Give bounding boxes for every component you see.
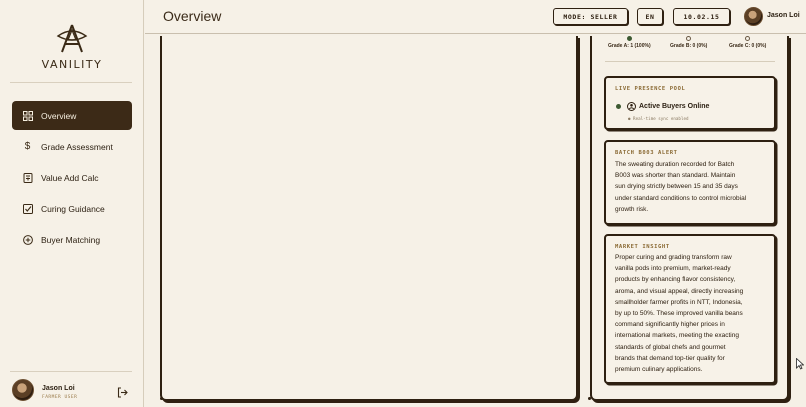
presence-title: LIVE PRESENCE POOL: [615, 86, 686, 92]
date-display: 10.02.15: [673, 8, 730, 25]
brand-logo[interactable]: VANILITY: [0, 22, 144, 71]
sidebar-item-buyer-matching[interactable]: Buyer Matching: [12, 225, 132, 254]
sidebar-item-grade-assessment[interactable]: $ Grade Assessment: [12, 132, 132, 161]
sidebar-item-label: Buyer Matching: [41, 234, 101, 245]
alert-line: under standard conditions to control mic…: [615, 194, 747, 202]
main-content-card: [160, 36, 578, 401]
sidebar-divider-bottom: [10, 371, 132, 372]
sidebar: VANILITY Overview $ Grade Assessment Val…: [0, 0, 144, 407]
insight-line: products by enhancing flavor consistency…: [615, 276, 736, 284]
plus-circle-icon: [22, 234, 33, 245]
insight-line: brands that demand top-tier quality for: [615, 354, 725, 362]
grade-a-stat: Grade A: 1 (100%): [608, 36, 651, 49]
sidebar-item-curing-guidance[interactable]: Curing Guidance: [12, 194, 132, 223]
header-user-name: Jason Loi: [767, 12, 800, 19]
insight-line: international markets, meeting the exact…: [615, 332, 739, 340]
mouse-cursor-icon: [796, 357, 805, 375]
active-buyers-label: Active Buyers Online: [639, 103, 710, 110]
insight-line: aroma, and visual appeal, directly incre…: [615, 287, 744, 295]
insight-line: by up to 50%. These improved vanilla bea…: [615, 310, 743, 318]
calculator-icon: [22, 172, 33, 183]
grade-c-dot: [745, 36, 751, 41]
sidebar-nav: Overview $ Grade Assessment Value Add Ca…: [12, 101, 132, 256]
sidebar-item-label: Curing Guidance: [41, 203, 105, 214]
top-bar: Overview MODE: SELLER EN 10.02.15 Jason …: [145, 0, 806, 34]
grade-a-dot: [626, 36, 632, 41]
online-status-dot: [616, 104, 621, 109]
language-button[interactable]: EN: [637, 8, 663, 25]
grade-a-label: Grade A: 1 (100%): [608, 43, 651, 49]
avatar[interactable]: [744, 7, 763, 26]
sidebar-item-overview[interactable]: Overview: [12, 101, 132, 130]
insight-line: smallholder farmer profits in NTT, Indon…: [615, 298, 743, 306]
sidebar-divider-top: [10, 82, 132, 83]
presence-row: Active Buyers Online: [616, 102, 709, 111]
logout-icon[interactable]: [117, 385, 129, 398]
brand-name: VANILITY: [41, 58, 103, 71]
dollar-icon: $: [24, 141, 31, 152]
batch-alert-card: BATCH B003 ALERT The sweating duration r…: [604, 140, 776, 225]
sidebar-item-label: Grade Assessment: [41, 141, 113, 152]
sidebar-user: Jason Loi FARMER USER: [12, 379, 134, 406]
market-insight-card: MARKET INSIGHT Proper curing and grading…: [604, 234, 776, 384]
avatar[interactable]: [12, 379, 34, 401]
panel-divider: [605, 61, 775, 62]
grade-b-stat: Grade B: 0 (0%): [670, 36, 707, 49]
insight-line: vanilla pods into premium, market-ready: [615, 265, 731, 273]
insight-line: standards of global chefs and gourmet: [615, 343, 726, 351]
sync-status: ● Real-time sync enabled: [628, 116, 689, 121]
insight-line: Proper curing and grading transform raw: [615, 254, 732, 261]
grade-distribution: Grade A: 1 (100%) Grade B: 0 (0%) Grade …: [605, 36, 780, 56]
vanilla-flower-logo-icon: [56, 24, 88, 53]
checkbox-icon: [22, 203, 33, 214]
alert-line: B003 was shorter than standard. Maintain: [615, 172, 736, 180]
alert-title: BATCH B003 ALERT: [615, 150, 678, 156]
user-role: FARMER USER: [42, 395, 78, 400]
alert-line: The sweating duration recorded for Batch: [615, 161, 735, 168]
page-title: Overview: [163, 8, 222, 24]
sidebar-item-value-add-calc[interactable]: Value Add Calc: [12, 163, 132, 192]
mode-toggle-button[interactable]: MODE: SELLER: [553, 8, 628, 25]
insight-title: MARKET INSIGHT: [615, 244, 670, 250]
sidebar-item-label: Value Add Calc: [41, 172, 99, 183]
insight-line: command significantly higher prices in: [615, 321, 725, 329]
buyers-icon: [627, 102, 636, 111]
grade-b-label: Grade B: 0 (0%): [670, 43, 708, 49]
alert-line: growth risk.: [615, 205, 649, 213]
alert-line: sun drying strictly between 15 and 35 da…: [615, 183, 738, 191]
grade-c-label: Grade C: 0 (0%): [729, 43, 767, 49]
grade-b-dot: [686, 36, 692, 41]
grid-icon: [22, 110, 33, 121]
alert-body: The sweating duration recorded for Batch…: [615, 159, 765, 215]
user-name: Jason Loi: [42, 385, 75, 392]
insight-line: premium culinary applications.: [615, 366, 703, 374]
sidebar-item-label: Overview: [41, 110, 77, 121]
corner-marker: [160, 397, 163, 400]
grade-c-stat: Grade C: 0 (0%): [729, 36, 766, 49]
live-presence-card: LIVE PRESENCE POOL Active Buyers Online …: [604, 76, 776, 130]
insight-body: Proper curing and grading transform raw …: [615, 252, 765, 375]
